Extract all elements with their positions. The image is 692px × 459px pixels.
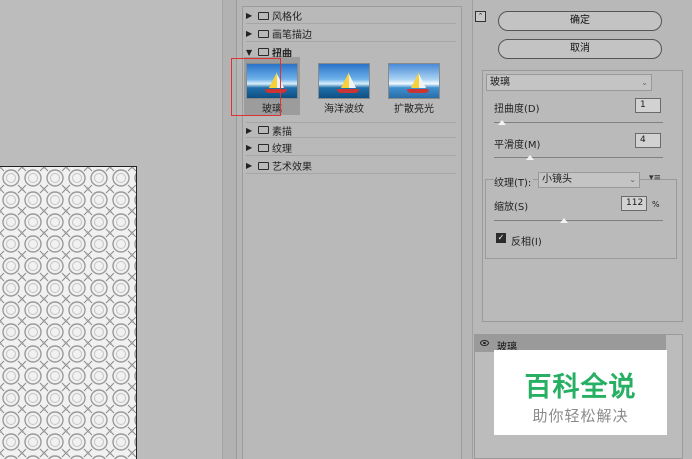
folder-icon bbox=[258, 11, 269, 20]
scaling-unit: % bbox=[652, 200, 660, 209]
invert-label: 反相(I) bbox=[511, 237, 542, 248]
texture-select[interactable]: 小镜头 ⌄ bbox=[538, 172, 640, 188]
preview-image bbox=[0, 166, 137, 459]
distortion-slider-thumb[interactable] bbox=[498, 120, 506, 125]
chevron-down-icon: ⌄ bbox=[641, 78, 648, 87]
expand-arrow-icon: ▶ bbox=[246, 29, 253, 38]
folder-icon bbox=[258, 126, 269, 134]
distortion-label: 扭曲度(D) bbox=[494, 104, 540, 115]
expand-arrow-icon: ▶ bbox=[246, 11, 253, 20]
selection-highlight bbox=[231, 58, 281, 116]
diffuse-glow-thumbnail-image bbox=[388, 63, 440, 99]
expand-arrow-icon: ▶ bbox=[246, 161, 253, 170]
ocean-ripple-thumbnail-image bbox=[318, 63, 370, 99]
chevron-down-icon: ⌄ bbox=[629, 175, 636, 184]
scaling-slider-thumb[interactable] bbox=[560, 218, 568, 223]
folder-open-icon bbox=[258, 48, 269, 56]
watermark: 百科全说 助你轻松解决 bbox=[494, 350, 667, 435]
expand-arrow-icon: ▶ bbox=[246, 125, 253, 135]
folder-texture[interactable]: ▶ 纹理 bbox=[246, 140, 456, 156]
smoothness-label: 平滑度(M) bbox=[494, 140, 541, 151]
smoothness-input[interactable]: 4 bbox=[635, 133, 661, 148]
thumb-ocean-ripple[interactable]: 海洋波纹 bbox=[316, 57, 372, 115]
folder-sketch[interactable]: ▶ 素描 bbox=[246, 122, 456, 138]
cancel-button[interactable]: 取消 bbox=[498, 39, 662, 59]
folder-brush-strokes[interactable]: ▶ 画笔描边 bbox=[246, 26, 456, 42]
smoothness-slider-thumb[interactable] bbox=[526, 155, 534, 160]
folder-icon bbox=[258, 143, 269, 152]
watermark-title: 百科全说 bbox=[524, 372, 637, 403]
scaling-label: 缩放(S) bbox=[494, 202, 529, 213]
folder-artistic[interactable]: ▶ 艺术效果 bbox=[246, 158, 456, 174]
ok-button[interactable]: 确定 bbox=[498, 11, 662, 31]
folder-icon bbox=[258, 161, 269, 170]
folder-icon bbox=[258, 29, 269, 38]
collapse-icon[interactable]: ⌃ bbox=[475, 11, 486, 22]
texture-label: 纹理(T): bbox=[494, 174, 534, 189]
thumb-diffuse-glow[interactable]: 扩散亮光 bbox=[386, 57, 442, 115]
scaling-input[interactable]: 112 bbox=[621, 196, 647, 211]
folder-stylize[interactable]: ▶ 风格化 bbox=[246, 8, 456, 24]
distortion-input[interactable]: 1 bbox=[635, 98, 661, 113]
preview-canvas[interactable] bbox=[0, 0, 222, 459]
scaling-slider-track[interactable] bbox=[494, 220, 663, 221]
invert-checkbox[interactable]: ✓ bbox=[496, 233, 506, 243]
menu-icon[interactable]: ▾≡ bbox=[649, 173, 661, 183]
eye-icon[interactable] bbox=[480, 340, 489, 346]
collapse-arrow-icon: ▼ bbox=[246, 47, 253, 57]
watermark-subtitle: 助你轻松解决 bbox=[532, 407, 629, 425]
smoothness-slider-track[interactable] bbox=[494, 157, 663, 158]
expand-arrow-icon: ▶ bbox=[246, 143, 253, 152]
distortion-slider-track[interactable] bbox=[494, 122, 663, 123]
filter-select[interactable]: 玻璃 ⌄ bbox=[486, 74, 652, 91]
